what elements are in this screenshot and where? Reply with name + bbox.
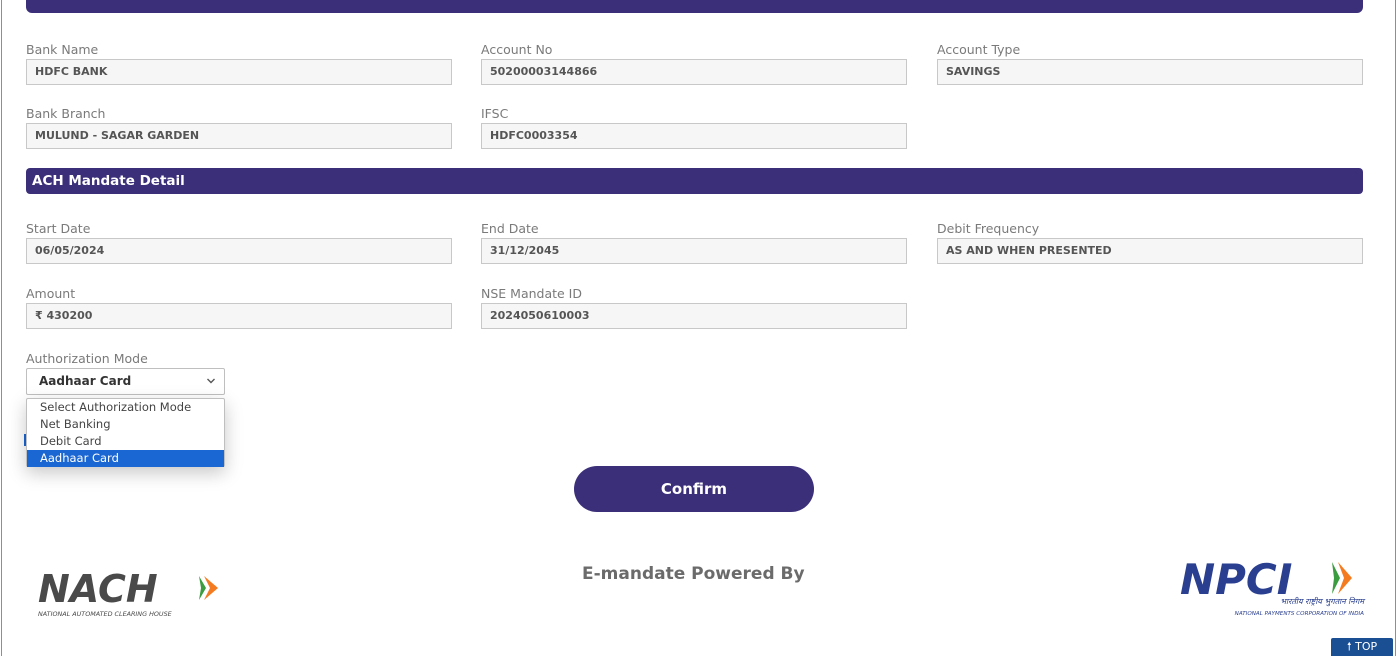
npci-hindi-text: भारतीय राष्ट्रीय भुगतान निगम <box>1280 596 1366 607</box>
dropdown-option-aadhaar-card[interactable]: Aadhaar Card <box>27 450 224 467</box>
nse-mandate-id-input[interactable]: 2024050610003 <box>481 303 907 329</box>
account-no-input[interactable]: 50200003144866 <box>481 59 907 85</box>
bank-name-label: Bank Name <box>26 42 99 57</box>
amount-field: Amount ₹ 430200 <box>26 286 452 329</box>
start-date-field: Start Date 06/05/2024 <box>26 221 452 264</box>
end-date-field: End Date 31/12/2045 <box>481 221 907 264</box>
amount-input[interactable]: ₹ 430200 <box>26 303 452 329</box>
npci-tagline: NATIONAL PAYMENTS CORPORATION OF INDIA <box>1235 611 1365 617</box>
bank-branch-field: Bank Branch MULUND - SAGAR GARDEN <box>26 106 452 149</box>
dropdown-option-select-authorization-mode[interactable]: Select Authorization Mode <box>27 399 224 416</box>
start-date-label: Start Date <box>26 221 91 236</box>
arrow-up-icon: 🠕 <box>1346 640 1352 653</box>
ifsc-label: IFSC <box>481 106 509 121</box>
amount-label: Amount <box>26 286 76 301</box>
bank-branch-label: Bank Branch <box>26 106 106 121</box>
bank-branch-input[interactable]: MULUND - SAGAR GARDEN <box>26 123 452 149</box>
top-label: TOP <box>1355 640 1378 653</box>
start-date-input[interactable]: 06/05/2024 <box>26 238 452 264</box>
nach-tagline: NATIONAL AUTOMATED CLEARING HOUSE <box>38 610 173 618</box>
bank-name-input[interactable]: HDFC BANK <box>26 59 452 85</box>
ifsc-input[interactable]: HDFC0003354 <box>481 123 907 149</box>
npci-logo: NPCI भारतीय राष्ट्रीय भुगतान निगम NATION… <box>1180 556 1366 617</box>
npci-logo-text: NPCI <box>1180 556 1292 604</box>
nach-logo-text: NACH <box>38 567 158 611</box>
debit-frequency-input[interactable]: AS AND WHEN PRESENTED <box>937 238 1363 264</box>
npci-arrow-green <box>1332 562 1340 594</box>
section-header-bar-top <box>26 0 1363 13</box>
ifsc-field: IFSC HDFC0003354 <box>481 106 907 149</box>
confirm-button[interactable]: Confirm <box>574 466 814 512</box>
account-no-field: Account No 50200003144866 <box>481 42 907 85</box>
npci-arrow-orange <box>1338 562 1352 594</box>
nse-mandate-id-label: NSE Mandate ID <box>481 286 582 301</box>
dropdown-option-net-banking[interactable]: Net Banking <box>27 416 224 433</box>
debit-frequency-label: Debit Frequency <box>937 221 1040 236</box>
account-type-field: Account Type SAVINGS <box>937 42 1363 85</box>
ach-mandate-section-title: ACH Mandate Detail <box>26 168 1363 194</box>
authorization-mode-label: Authorization Mode <box>26 351 148 366</box>
nach-arrow-green <box>199 576 206 600</box>
nach-arrow-orange <box>204 576 218 600</box>
nse-mandate-id-field: NSE Mandate ID 2024050610003 <box>481 286 907 329</box>
powered-by-text: E-mandate Powered By <box>582 564 805 584</box>
authorization-mode-select[interactable]: Aadhaar Card <box>26 368 225 395</box>
bank-name-field: Bank Name HDFC BANK <box>26 42 452 85</box>
end-date-label: End Date <box>481 221 539 236</box>
nach-logo: NACH NATIONAL AUTOMATED CLEARING HOUSE <box>38 567 218 618</box>
account-no-label: Account No <box>481 42 553 57</box>
authorization-mode-selected-value: Aadhaar Card <box>39 374 132 388</box>
account-type-label: Account Type <box>937 42 1021 57</box>
authorization-mode-dropdown[interactable]: Select Authorization Mode Net Banking De… <box>26 398 225 467</box>
end-date-input[interactable]: 31/12/2045 <box>481 238 907 264</box>
debit-frequency-field: Debit Frequency AS AND WHEN PRESENTED <box>937 221 1363 264</box>
scroll-to-top-button[interactable]: 🠕 TOP <box>1331 638 1393 656</box>
dropdown-option-debit-card[interactable]: Debit Card <box>27 433 224 450</box>
account-type-input[interactable]: SAVINGS <box>937 59 1363 85</box>
